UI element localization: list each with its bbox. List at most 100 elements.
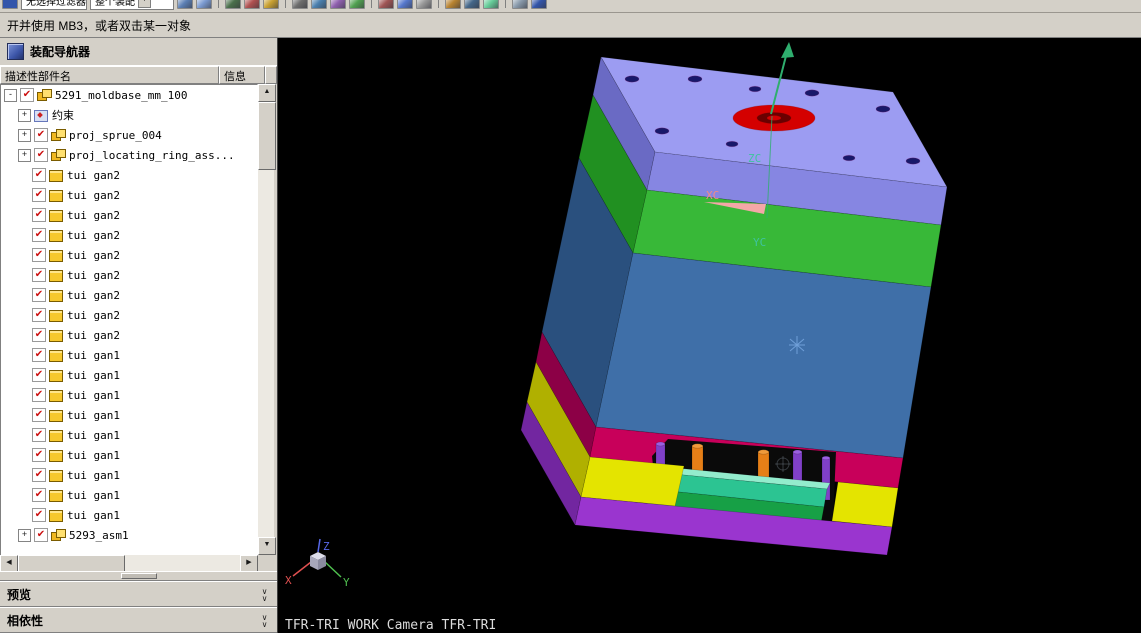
ejector-pin-1-top[interactable]	[691, 443, 704, 449]
component-checkbox[interactable]: ✔	[32, 348, 46, 362]
tb-icon-5-icon[interactable]	[263, 0, 279, 9]
component-checkbox[interactable]: ✔	[32, 408, 46, 422]
return-pin-2-top[interactable]	[792, 449, 803, 455]
tb-icon-8-icon[interactable]	[330, 0, 346, 9]
preview-section-bar[interactable]: 预览 ∨ ∨	[0, 581, 277, 607]
component-checkbox[interactable]: ✔	[32, 428, 46, 442]
scroll-down-icon[interactable]: ▼	[258, 537, 276, 555]
app-menu-icon[interactable]	[2, 0, 18, 9]
screw-hole[interactable]	[905, 157, 921, 165]
component-checkbox[interactable]: ✔	[20, 88, 34, 102]
ejector-pin-1[interactable]	[691, 445, 704, 473]
viewport-canvas[interactable]: ZC XC YC X Y Z TFR-TRI WORK Camera TFR-T…	[278, 38, 1141, 633]
vertical-scroll-thumb[interactable]	[258, 102, 276, 170]
triad-z-axis[interactable]	[317, 538, 321, 553]
expand-node-icon[interactable]: +	[18, 108, 31, 122]
tb-icon-16-icon[interactable]	[512, 0, 528, 9]
component-checkbox[interactable]: ✔	[32, 168, 46, 182]
horizontal-scrollbar[interactable]: ◀ ▶	[0, 555, 274, 573]
screw-hole[interactable]	[875, 105, 891, 113]
component-checkbox[interactable]: ✔	[32, 248, 46, 262]
component-checkbox[interactable]: ✔	[32, 288, 46, 302]
tb-icon-4-icon[interactable]	[244, 0, 260, 9]
scroll-up-icon[interactable]: ▲	[258, 84, 276, 102]
component-label[interactable]: tui gan2	[67, 229, 120, 242]
preview-collapse-button[interactable]: ∨ ∨	[255, 584, 274, 605]
component-checkbox[interactable]: ✔	[32, 468, 46, 482]
screw-hole[interactable]	[687, 75, 703, 83]
tb-icon-6-icon[interactable]	[292, 0, 308, 9]
tb-icon-17-icon[interactable]	[531, 0, 547, 9]
component-checkbox[interactable]: ✔	[32, 388, 46, 402]
component-checkbox[interactable]: ✔	[32, 448, 46, 462]
return-pin-1-top[interactable]	[655, 441, 666, 447]
column-header-info[interactable]: 信息	[219, 66, 265, 84]
component-checkbox[interactable]: ✔	[32, 328, 46, 342]
collapse-node-icon[interactable]: -	[4, 88, 17, 102]
triad-y-axis[interactable]	[324, 561, 342, 578]
splitter-grip[interactable]	[120, 573, 157, 579]
triad-x-axis[interactable]	[292, 561, 312, 577]
component-checkbox[interactable]: ✔	[32, 188, 46, 202]
component-label[interactable]: tui gan1	[67, 469, 120, 482]
tb-icon-10-icon[interactable]	[378, 0, 394, 9]
tb-icon-15-icon[interactable]	[483, 0, 499, 9]
component-checkbox[interactable]: ✔	[32, 508, 46, 522]
component-label[interactable]: tui gan1	[67, 369, 120, 382]
dependencies-section-bar[interactable]: 相依性 ∨ ∨	[0, 607, 277, 633]
tb-icon-2-icon[interactable]	[196, 0, 212, 9]
component-label[interactable]: tui gan2	[67, 169, 120, 182]
component-label[interactable]: tui gan2	[67, 329, 120, 342]
component-label[interactable]: tui gan1	[67, 389, 120, 402]
chevron-down-icon[interactable]: ▼	[138, 0, 151, 8]
component-label[interactable]: tui gan2	[67, 309, 120, 322]
ejector-pin-2[interactable]	[757, 451, 770, 479]
selection-filter-combo[interactable]: 无选择过滤器 ▼	[21, 0, 87, 10]
component-checkbox[interactable]: ✔	[32, 268, 46, 282]
return-pin-3-top[interactable]	[821, 455, 831, 461]
tb-icon-7-icon[interactable]	[311, 0, 327, 9]
expand-node-icon[interactable]: +	[18, 128, 31, 142]
tb-icon-9-icon[interactable]	[349, 0, 365, 9]
dependencies-collapse-button[interactable]: ∨ ∨	[255, 610, 274, 631]
expand-node-icon[interactable]: +	[18, 148, 31, 162]
component-checkbox[interactable]: ✔	[32, 368, 46, 382]
component-label[interactable]: proj_sprue_004	[69, 129, 162, 142]
component-label[interactable]: tui gan1	[67, 489, 120, 502]
component-label[interactable]: tui gan1	[67, 409, 120, 422]
ejector-pin-2-top[interactable]	[757, 449, 770, 455]
column-header-name[interactable]: 描述性部件名	[0, 66, 219, 84]
tb-icon-14-icon[interactable]	[464, 0, 480, 9]
tb-icon-11-icon[interactable]	[397, 0, 413, 9]
graphics-viewport[interactable]: ZC XC YC X Y Z TFR-TRI WORK Camera TFR-T…	[278, 38, 1141, 633]
component-checkbox[interactable]: ✔	[32, 488, 46, 502]
screw-hole[interactable]	[748, 85, 762, 93]
component-checkbox[interactable]: ✔	[34, 128, 48, 142]
screw-hole[interactable]	[654, 127, 670, 135]
component-label[interactable]: tui gan2	[67, 289, 120, 302]
component-checkbox[interactable]: ✔	[32, 208, 46, 222]
screw-hole[interactable]	[725, 140, 739, 148]
component-label[interactable]: tui gan2	[67, 249, 120, 262]
component-label[interactable]: tui gan1	[67, 349, 120, 362]
component-checkbox[interactable]: ✔	[34, 148, 48, 162]
b-plate-front[interactable]	[595, 252, 932, 459]
component-checkbox[interactable]: ✔	[34, 528, 48, 542]
tb-icon-12-icon[interactable]	[416, 0, 432, 9]
component-label[interactable]: 5291_moldbase_mm_100	[55, 89, 187, 102]
vertical-scroll-track[interactable]	[258, 170, 274, 537]
spacer-rail-right[interactable]	[831, 481, 899, 528]
screw-hole[interactable]	[624, 75, 640, 83]
component-label[interactable]: 约束	[52, 107, 74, 123]
mold-model[interactable]	[520, 56, 948, 556]
component-label[interactable]: tui gan2	[67, 269, 120, 282]
component-label[interactable]: tui gan2	[67, 209, 120, 222]
component-label[interactable]: tui gan1	[67, 509, 120, 522]
component-label[interactable]: 5293_asm1	[69, 529, 129, 542]
tb-icon-1-icon[interactable]	[177, 0, 193, 9]
component-label[interactable]: tui gan2	[67, 189, 120, 202]
z-axis-arrowhead[interactable]	[781, 42, 794, 58]
horizontal-scroll-track[interactable]	[125, 555, 240, 571]
component-checkbox[interactable]: ✔	[32, 308, 46, 322]
screw-hole[interactable]	[804, 89, 820, 97]
